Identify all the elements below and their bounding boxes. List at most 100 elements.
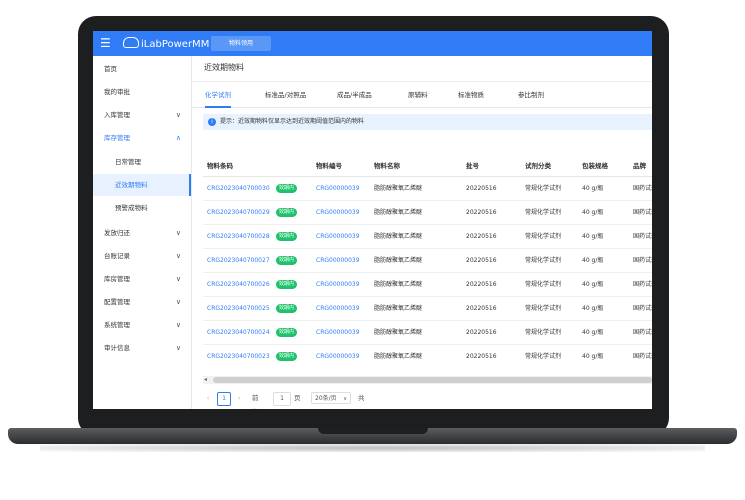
column-header-spec[interactable]: 包装规格 bbox=[582, 156, 608, 176]
scrollbar-thumb[interactable] bbox=[213, 377, 652, 383]
goto-page-input[interactable]: 1 bbox=[273, 392, 291, 406]
sidebar-item-audit[interactable]: 审计信息 ∨ bbox=[93, 337, 191, 359]
barcode-link[interactable]: CRG2023040700028 bbox=[207, 225, 270, 248]
barcode-link[interactable]: CRG2023040700023 bbox=[207, 345, 270, 368]
barcode-link[interactable]: CRG2023040700030 bbox=[207, 177, 270, 200]
brand: 国药试剂 bbox=[633, 209, 652, 216]
prev-page-button[interactable]: ‹ bbox=[203, 391, 213, 405]
tab-chemical-reagents[interactable]: 化学试剂 bbox=[205, 83, 231, 108]
sidebar-item-label: 审计信息 bbox=[104, 344, 130, 352]
package-spec: 40 g/瓶 bbox=[582, 209, 604, 216]
table-row[interactable]: CRG2023040700024 效期内 CRG00000039 脂肪醇聚氧乙烯… bbox=[203, 321, 652, 345]
package-spec: 40 g/瓶 bbox=[582, 329, 604, 336]
sidebar-item-issue-return[interactable]: 发放归还 ∨ bbox=[93, 222, 191, 244]
batch-number: 20220516 bbox=[466, 257, 497, 264]
reagent-category: 常规化学试剂 bbox=[525, 233, 562, 240]
tab-reference-standards[interactable]: 标准品/对照品 bbox=[265, 83, 306, 107]
scroll-left-icon[interactable]: ◂ bbox=[204, 376, 207, 384]
batch-number: 20220516 bbox=[466, 329, 497, 336]
app-screen: ☰ iLabPowerMM 物料领用 首页 我的审批 入库管理 ∨ 库存管理 ∧ 日… bbox=[93, 31, 652, 409]
reagent-category: 常规化学试剂 bbox=[525, 329, 562, 336]
material-request-button[interactable]: 物料领用 bbox=[211, 36, 271, 51]
sidebar-subitem-warning[interactable]: 预警成物料 bbox=[93, 197, 191, 219]
reagent-category: 常规化学试剂 bbox=[525, 257, 562, 264]
brand: 国药试剂 bbox=[633, 257, 652, 264]
table-row[interactable]: CRG2023040700023 效期内 CRG00000039 脂肪醇聚氧乙烯… bbox=[203, 345, 652, 368]
reagent-category: 常规化学试剂 bbox=[525, 209, 562, 216]
sidebar-subitem-near-expiry[interactable]: 近效期物料 bbox=[93, 174, 191, 196]
package-spec: 40 g/瓶 bbox=[582, 281, 604, 288]
material-name: 脂肪醇聚氧乙烯醚 bbox=[374, 233, 423, 240]
page-unit-label: 页 bbox=[294, 394, 301, 402]
page-number-button[interactable]: 1 bbox=[217, 392, 231, 406]
category-tabs: 化学试剂 标准品/对照品 成品/半成品 原辅料 标准物质 参比制剂 bbox=[191, 83, 652, 108]
tab-products[interactable]: 成品/半成品 bbox=[337, 83, 372, 107]
sidebar-item-config[interactable]: 配置管理 ∨ bbox=[93, 291, 191, 313]
info-icon: i bbox=[208, 118, 216, 126]
sidebar-item-warehouse[interactable]: 库房管理 ∨ bbox=[93, 268, 191, 290]
column-header-name[interactable]: 物料名称 bbox=[374, 156, 400, 176]
sidebar-item-inventory[interactable]: 库存管理 ∧ bbox=[93, 127, 191, 149]
sidebar-item-home[interactable]: 首页 bbox=[93, 58, 191, 80]
sidebar-subitem-daily[interactable]: 日常管理 bbox=[93, 151, 191, 173]
material-code-link[interactable]: CRG00000039 bbox=[316, 201, 360, 224]
material-code-link[interactable]: CRG00000039 bbox=[316, 345, 360, 368]
horizontal-scrollbar[interactable]: ◂ bbox=[203, 376, 652, 384]
material-code-link[interactable]: CRG00000039 bbox=[316, 273, 360, 296]
material-code-link[interactable]: CRG00000039 bbox=[316, 225, 360, 248]
package-spec: 40 g/瓶 bbox=[582, 185, 604, 192]
batch-number: 20220516 bbox=[466, 305, 497, 312]
next-page-button[interactable]: › bbox=[234, 391, 244, 405]
tab-standard-substances[interactable]: 标准物质 bbox=[458, 83, 484, 107]
barcode-link[interactable]: CRG2023040700027 bbox=[207, 249, 270, 272]
barcode-link[interactable]: CRG2023040700025 bbox=[207, 297, 270, 320]
table-row[interactable]: CRG2023040700029 效期内 CRG00000039 脂肪醇聚氧乙烯… bbox=[203, 201, 652, 225]
brand: 国药试剂 bbox=[633, 329, 652, 336]
tab-reference-preparations[interactable]: 参比制剂 bbox=[518, 83, 544, 107]
sidebar-item-label: 日常管理 bbox=[115, 158, 141, 166]
sidebar-item-ledger[interactable]: 台账记录 ∨ bbox=[93, 245, 191, 267]
sidebar-item-inbound[interactable]: 入库管理 ∨ bbox=[93, 104, 191, 126]
material-code-link[interactable]: CRG00000039 bbox=[316, 249, 360, 272]
sidebar-item-label: 库房管理 bbox=[104, 275, 130, 283]
hamburger-icon[interactable]: ☰ bbox=[100, 36, 114, 50]
laptop-notch bbox=[318, 428, 428, 434]
sidebar-item-system[interactable]: 系统管理 ∨ bbox=[93, 314, 191, 336]
column-header-category[interactable]: 试剂分类 bbox=[525, 156, 551, 176]
app-logo: iLabPowerMM bbox=[123, 37, 209, 51]
table-row[interactable]: CRG2023040700026 效期内 CRG00000039 脂肪醇聚氧乙烯… bbox=[203, 273, 652, 297]
material-name: 脂肪醇聚氧乙烯醚 bbox=[374, 257, 423, 264]
barcode-link[interactable]: CRG2023040700026 bbox=[207, 273, 270, 296]
table-row[interactable]: CRG2023040700028 效期内 CRG00000039 脂肪醇聚氧乙烯… bbox=[203, 225, 652, 249]
brand: 国药试剂 bbox=[633, 185, 652, 192]
material-code-link[interactable]: CRG00000039 bbox=[316, 321, 360, 344]
material-code-link[interactable]: CRG00000039 bbox=[316, 297, 360, 320]
barcode-link[interactable]: CRG2023040700024 bbox=[207, 321, 270, 344]
chevron-down-icon: ∨ bbox=[175, 344, 181, 352]
tab-raw-materials[interactable]: 原辅料 bbox=[408, 83, 428, 107]
table-row[interactable]: CRG2023040700030 效期内 CRG00000039 脂肪醇聚氧乙烯… bbox=[203, 177, 652, 201]
material-code-link[interactable]: CRG00000039 bbox=[316, 177, 360, 200]
column-header-batch[interactable]: 批号 bbox=[466, 156, 479, 176]
status-badge: 效期内 bbox=[276, 256, 298, 265]
cloud-icon bbox=[123, 37, 139, 48]
status-badge: 效期内 bbox=[276, 352, 298, 361]
chevron-up-icon: ∧ bbox=[175, 134, 181, 142]
sidebar-item-approvals[interactable]: 我的审批 bbox=[93, 81, 191, 103]
column-header-brand[interactable]: 品牌 bbox=[633, 156, 652, 176]
column-header-code[interactable]: 物料编号 bbox=[316, 156, 342, 176]
material-name: 脂肪醇聚氧乙烯醚 bbox=[374, 329, 423, 336]
chevron-down-icon: ∨ bbox=[175, 252, 181, 260]
reagent-category: 常规化学试剂 bbox=[525, 281, 562, 288]
brand: 国药试剂 bbox=[633, 233, 652, 240]
status-badge: 效期内 bbox=[276, 208, 298, 217]
table-row[interactable]: CRG2023040700025 效期内 CRG00000039 脂肪醇聚氧乙烯… bbox=[203, 297, 652, 321]
table-row[interactable]: CRG2023040700027 效期内 CRG00000039 脂肪醇聚氧乙烯… bbox=[203, 249, 652, 273]
barcode-link[interactable]: CRG2023040700029 bbox=[207, 201, 270, 224]
package-spec: 40 g/瓶 bbox=[582, 257, 604, 264]
column-header-barcode[interactable]: 物料条码 bbox=[207, 156, 233, 176]
reagent-category: 常规化学试剂 bbox=[525, 353, 562, 360]
page-size-select[interactable]: 20条/页 ∨ bbox=[311, 392, 351, 404]
chevron-down-icon: ∨ bbox=[175, 298, 181, 306]
batch-number: 20220516 bbox=[466, 233, 497, 240]
